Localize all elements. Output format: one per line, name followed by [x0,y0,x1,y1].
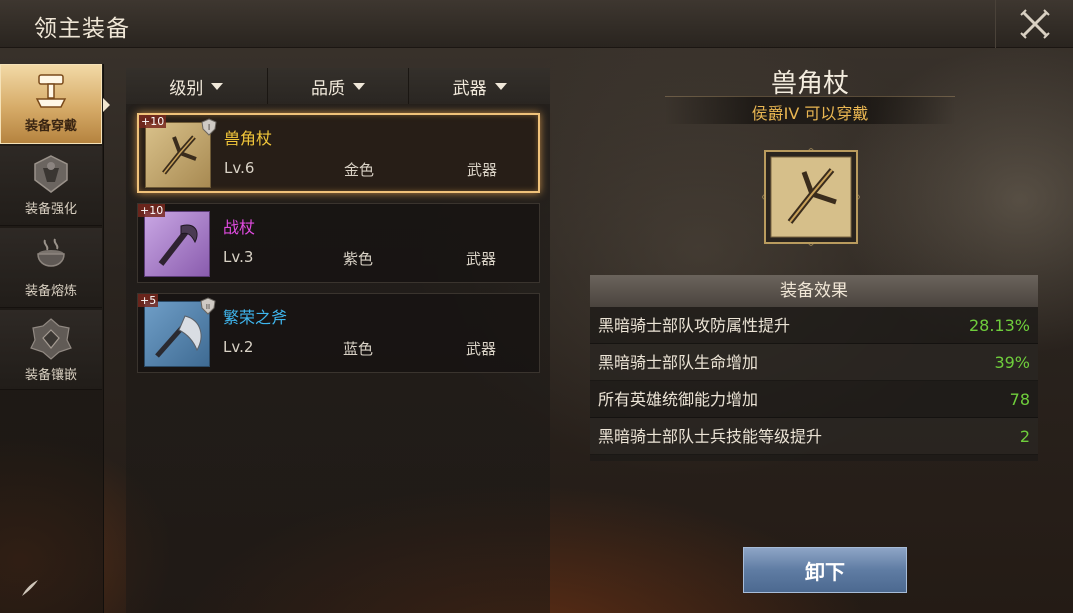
feather-icon[interactable] [20,578,40,602]
equip-requirement: 侯爵IV 可以穿戴 [751,104,869,123]
effect-text: 黑暗骑士部队攻防属性提升 [598,316,791,335]
equipment-type: 武器 [467,161,498,179]
enhance-level-badge: +10 [138,204,166,217]
equipment-list-item[interactable]: +10 I 兽角杖 Lv.6 金色 武器 [137,113,540,193]
effect-row: 黑暗骑士部队士兵技能等级提升 2 [590,418,1038,455]
equipment-level: Lv.3 [223,248,254,266]
effect-text: 黑暗骑士部队士兵技能等级提升 [598,427,823,446]
close-icon [1019,9,1050,39]
equipment-type: 武器 [466,250,497,268]
equipment-list-panel: 级别 品质 武器 +10 I 兽角杖 Lv.6 金色 武器 +10 战杖 Lv.… [126,68,550,613]
effect-value: 39% [994,353,1030,372]
equipment-effects-panel: 装备效果 黑暗骑士部队攻防属性提升 28.13% 黑暗骑士部队生命增加 39% … [590,275,1038,461]
effect-row: 黑暗骑士部队生命增加 39% [590,344,1038,381]
detail-equipment-icon [761,147,861,247]
sidebar-item-label: 装备强化 [24,202,77,217]
effect-value: 2 [1019,427,1030,446]
equipment-name: 战杖 [223,218,256,237]
equipment-quality: 金色 [344,161,375,179]
horn-staff-icon [761,147,861,247]
effects-title: 装备效果 [590,275,1038,307]
equipment-name: 繁荣之斧 [223,308,288,327]
war-staff-icon [158,224,198,266]
sidebar: 装备穿戴 装备强化 装备熔炼 装备镶嵌 [0,64,104,613]
effect-text: 所有英雄统御能力增加 [598,390,759,409]
forge-emblem-icon [34,155,68,193]
unequip-button[interactable]: 卸下 [743,547,907,593]
sidebar-item-equip-enhance[interactable]: 装备强化 [0,146,102,226]
enhance-level-badge: +5 [138,294,159,307]
detail-equipment-name: 兽角杖 [770,69,849,99]
header-bar: 领主装备 [0,0,1073,48]
effect-value: 28.13% [968,316,1030,335]
effect-text: 黑暗骑士部队生命增加 [598,353,759,372]
sidebar-item-equip-wear[interactable]: 装备穿戴 [0,64,102,144]
equipment-level: Lv.2 [223,338,254,356]
svg-text:I: I [208,123,210,132]
page-title: 领主装备 [34,16,130,42]
active-tab-arrow [103,98,110,112]
equipment-name: 兽角杖 [224,129,273,148]
close-button[interactable] [995,0,1073,48]
sidebar-item-label: 装备镶嵌 [24,368,77,383]
sidebar-item-equip-inlay[interactable]: 装备镶嵌 [0,310,102,390]
rank-shield-icon: II [200,297,216,315]
caret-down-icon [494,82,507,90]
effect-row: 所有英雄统御能力增加 78 [590,381,1038,418]
equipment-list-item[interactable]: +10 战杖 Lv.3 紫色 武器 [137,203,540,283]
sidebar-item-label: 装备熔炼 [24,284,77,299]
filter-type-dropdown[interactable]: 武器 [408,68,550,104]
filter-label: 武器 [452,78,487,99]
anvil-hammer-icon [35,74,67,108]
equipment-type: 武器 [466,340,497,358]
filter-label: 级别 [169,78,204,99]
smelting-pot-icon [37,238,65,267]
equipment-level: Lv.6 [224,159,255,177]
effect-value: 78 [1009,390,1030,409]
effect-row: 黑暗骑士部队攻防属性提升 28.13% [590,307,1038,344]
sidebar-item-equip-smelt[interactable]: 装备熔炼 [0,228,102,308]
equipment-list-item[interactable]: +5 II 繁荣之斧 Lv.2 蓝色 武器 [137,293,540,373]
filter-label: 品质 [311,78,345,99]
caret-down-icon [211,82,224,90]
rank-shield-icon: I [201,118,217,136]
filter-bar: 级别 品质 武器 [126,68,550,104]
sidebar-item-label: 装备穿戴 [24,119,77,134]
equipment-quality: 紫色 [343,250,374,268]
filter-level-dropdown[interactable]: 级别 [126,68,267,104]
enhance-level-badge: +10 [139,115,167,128]
gem-socket-icon [30,318,72,360]
filter-quality-dropdown[interactable]: 品质 [266,68,409,104]
caret-down-icon [353,82,365,90]
equipment-quality: 蓝色 [343,340,374,358]
svg-text:II: II [206,303,210,311]
equipment-thumbnail [144,211,210,277]
